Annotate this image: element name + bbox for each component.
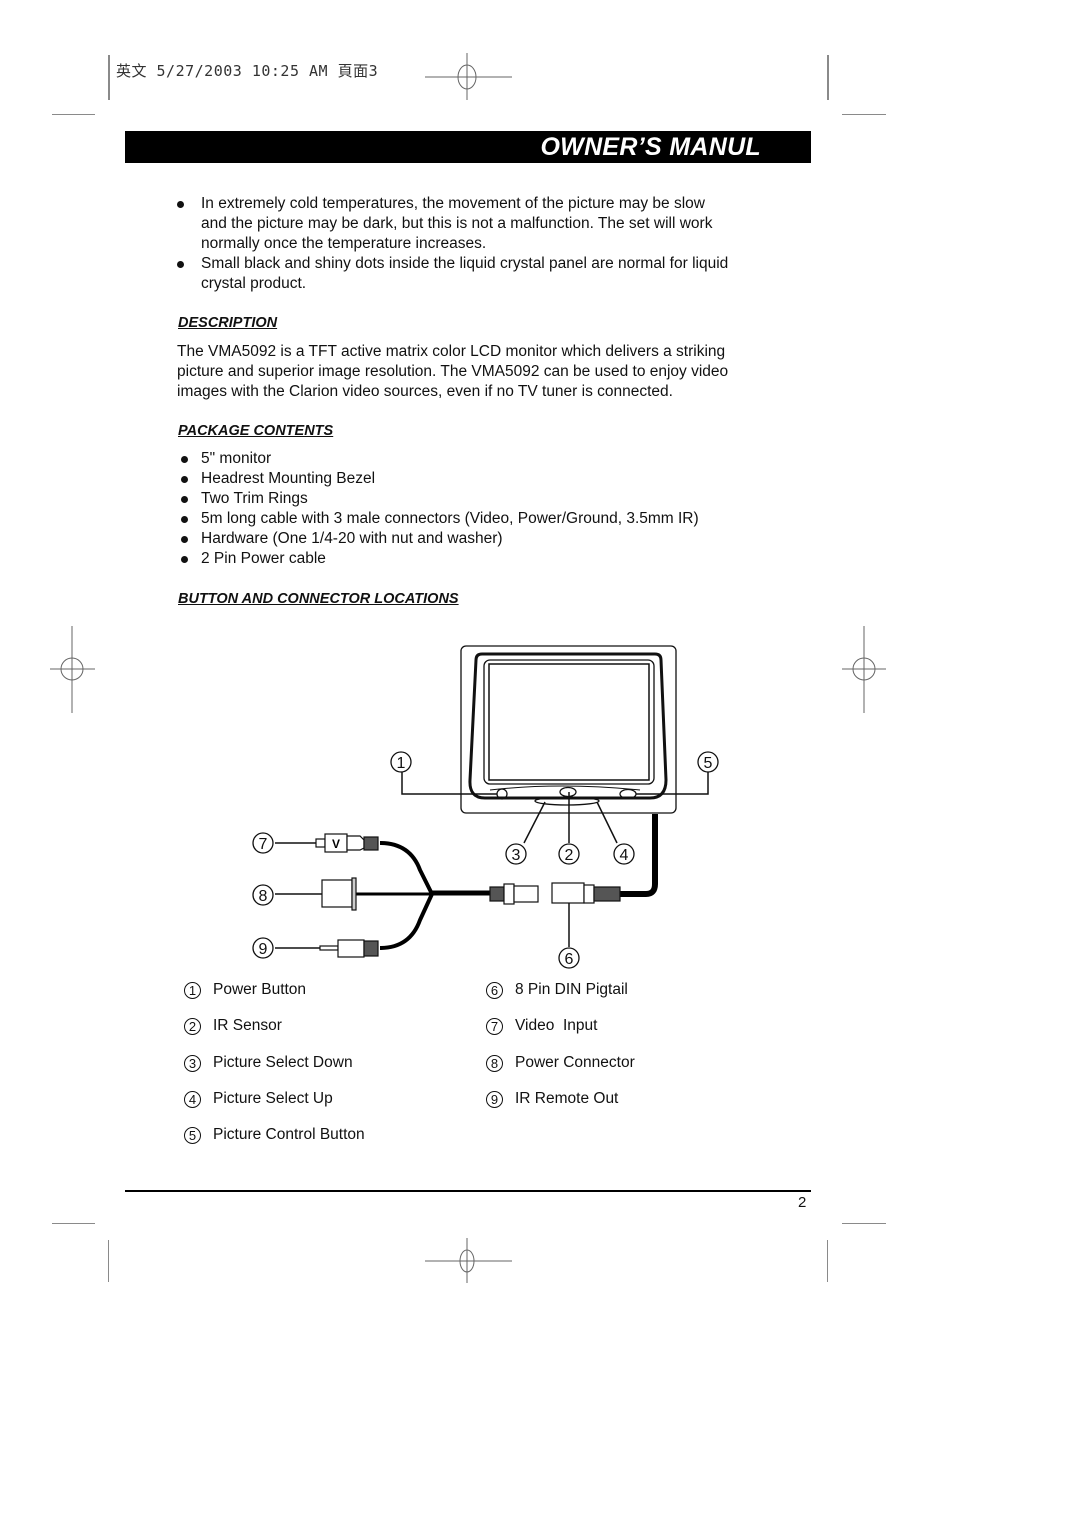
legend-item: 5 Picture Control Button bbox=[184, 1126, 365, 1144]
video-connector-letter: V bbox=[332, 837, 340, 851]
number-badge: 2 bbox=[184, 1017, 201, 1035]
legend-item: 68 Pin DIN Pigtail bbox=[486, 981, 628, 999]
legend-item: 1 Power Button bbox=[184, 981, 306, 999]
number-badge: 5 bbox=[184, 1126, 201, 1144]
din-pigtail-connector bbox=[489, 882, 621, 905]
number-badge: 9 bbox=[486, 1090, 503, 1108]
power-connector bbox=[321, 877, 357, 911]
legend-item: 4 Picture Select Up bbox=[184, 1090, 333, 1108]
number-badge: 1 bbox=[184, 981, 201, 999]
monitor-illustration bbox=[460, 645, 677, 814]
lcd-screen bbox=[488, 663, 650, 781]
page-number: 2 bbox=[798, 1194, 807, 1211]
ir-remote-jack bbox=[319, 939, 379, 958]
number-badge: 3 bbox=[184, 1054, 201, 1072]
legend-item: 7 Video Input bbox=[486, 1017, 597, 1035]
legend-item: 3 Picture Select Down bbox=[184, 1054, 353, 1072]
legend-item: 2 IR Sensor bbox=[184, 1017, 282, 1035]
number-badge: 4 bbox=[184, 1090, 201, 1108]
legend-item: 8 Power Connector bbox=[486, 1054, 635, 1072]
screen-frame bbox=[483, 659, 655, 785]
legend-item: 9 IR Remote Out bbox=[486, 1090, 618, 1108]
number-badge: 7 bbox=[486, 1017, 503, 1035]
callout-8-label: 8 bbox=[259, 888, 268, 905]
callout-1-label: 1 bbox=[397, 755, 406, 772]
callout-6-label: 6 bbox=[565, 951, 574, 968]
callout-7-label: 7 bbox=[259, 836, 268, 853]
callout-3-label: 3 bbox=[512, 847, 521, 864]
monitor-bezel bbox=[468, 652, 668, 800]
callout-2-label: 2 bbox=[565, 847, 574, 864]
number-badge: 8 bbox=[486, 1054, 503, 1072]
monitor-diagram: V 1 5 3 2 4 7 8 9 6 bbox=[252, 645, 719, 969]
ir-sensor-shape bbox=[559, 786, 577, 798]
callout-9-label: 9 bbox=[259, 941, 268, 958]
footer-rule bbox=[125, 1190, 811, 1192]
callout-4-label: 4 bbox=[620, 847, 629, 864]
video-rca-connector bbox=[315, 833, 379, 853]
callout-5-label: 5 bbox=[704, 755, 713, 772]
number-badge: 6 bbox=[486, 981, 503, 999]
cable-bundle bbox=[356, 814, 658, 950]
